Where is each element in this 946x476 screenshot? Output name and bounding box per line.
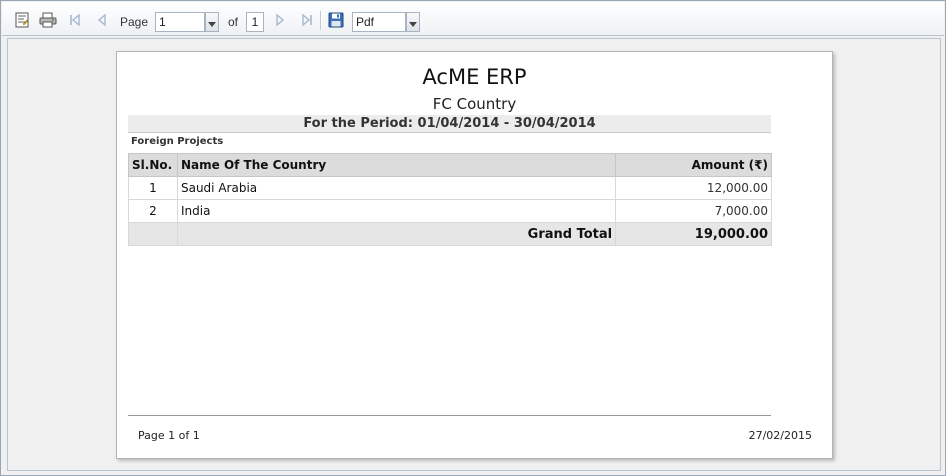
viewer-toolbar: Page 1 of 1 Pdf (2, 2, 944, 36)
next-page-icon[interactable] (271, 11, 289, 29)
slno-cell: 2 (128, 199, 178, 223)
footer-date: 27/02/2015 (748, 429, 812, 442)
grand-total-amount: 19,000.00 (615, 222, 772, 246)
export-format-dropdown-button[interactable] (406, 12, 420, 32)
last-page-icon[interactable] (298, 11, 316, 29)
table-header-row: Sl.No. Name Of The Country Amount (₹) (128, 153, 772, 177)
page-dropdown-button[interactable] (205, 12, 219, 32)
grand-total-row: Grand Total 19,000.00 (128, 222, 772, 246)
report-page: AcME ERP FC Country For the Period: 01/0… (116, 51, 833, 459)
chevron-down-icon (409, 13, 417, 32)
footer-divider (128, 415, 771, 416)
table-row: 1 Saudi Arabia 12,000.00 (128, 176, 772, 200)
current-page-input[interactable]: 1 (155, 12, 205, 32)
report-period: For the Period: 01/04/2014 - 30/04/2014 (128, 115, 771, 133)
footer-page-number: Page 1 of 1 (138, 429, 200, 442)
column-header-country: Name Of The Country (176, 153, 617, 177)
grand-total-label: Grand Total (176, 222, 617, 246)
of-label: of (228, 15, 239, 29)
chevron-down-icon (208, 13, 216, 32)
country-cell: Saudi Arabia (176, 176, 617, 200)
report-title: AcME ERP (422, 65, 527, 89)
country-cell: India (176, 199, 617, 223)
print-icon[interactable] (39, 11, 57, 29)
document-map-icon[interactable] (13, 11, 31, 29)
column-header-amount: Amount (₹) (615, 153, 772, 177)
page-label: Page (120, 15, 149, 29)
column-header-slno: Sl.No. (128, 153, 178, 177)
grand-total-empty-cell (128, 222, 178, 246)
total-pages-field: 1 (246, 12, 264, 32)
save-icon[interactable] (327, 11, 345, 29)
amount-cell: 7,000.00 (615, 199, 772, 223)
amount-cell: 12,000.00 (615, 176, 772, 200)
table-row: 2 India 7,000.00 (128, 199, 772, 223)
first-page-icon[interactable] (66, 11, 84, 29)
report-viewer-window: Page 1 of 1 Pdf AcME ERP FC Country For … (0, 0, 946, 476)
report-subtitle: FC Country (432, 95, 517, 113)
section-label: Foreign Projects (131, 136, 224, 147)
country-amount-table: Sl.No. Name Of The Country Amount (₹) 1 … (128, 153, 772, 246)
toolbar-separator (320, 11, 322, 30)
slno-cell: 1 (128, 176, 178, 200)
prev-page-icon[interactable] (93, 11, 111, 29)
export-format-select[interactable]: Pdf (352, 12, 406, 32)
